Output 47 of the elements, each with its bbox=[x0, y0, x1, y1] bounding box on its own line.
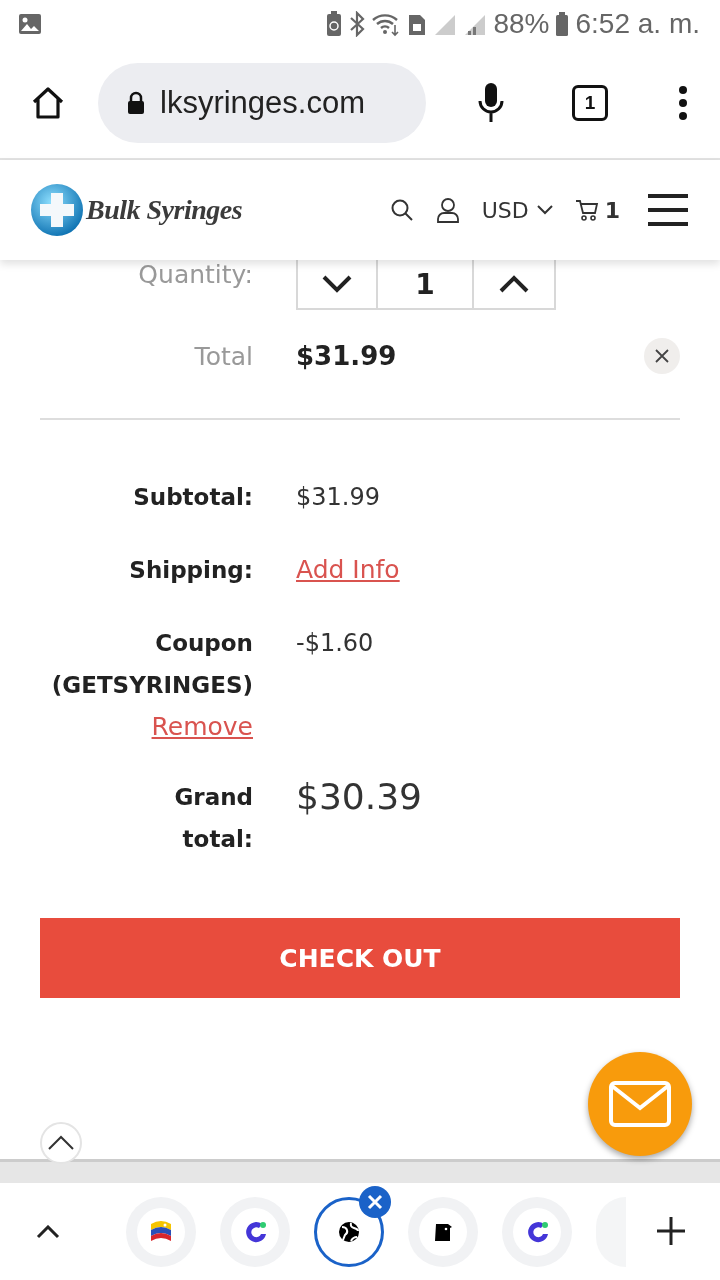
user-icon[interactable] bbox=[435, 197, 460, 223]
currency-dropdown[interactable]: USD bbox=[481, 197, 553, 223]
quantity-field[interactable]: 1 bbox=[378, 260, 474, 308]
chevron-down-icon bbox=[322, 275, 352, 293]
scroll-top-button[interactable] bbox=[40, 1122, 82, 1164]
brand-name[interactable]: Bulk Syringes bbox=[86, 194, 243, 226]
total-value: $31.99 bbox=[296, 341, 398, 371]
discount-value: -$1.60 bbox=[296, 629, 374, 657]
checkout-button[interactable]: CHECK OUT bbox=[40, 918, 680, 998]
chevron-up-icon[interactable] bbox=[36, 1224, 60, 1239]
logo-icon[interactable] bbox=[30, 183, 84, 237]
wifi-icon bbox=[371, 11, 402, 37]
microphone-icon[interactable] bbox=[476, 82, 506, 124]
summary-label: Subtotal: bbox=[133, 483, 253, 512]
remove-item-button[interactable] bbox=[644, 338, 680, 374]
summary-value: $31.99 bbox=[296, 483, 380, 511]
summary-label: Coupon (GETSYRINGES) bbox=[50, 629, 253, 700]
home-icon[interactable] bbox=[30, 85, 66, 121]
close-icon bbox=[655, 349, 669, 363]
battery-percent: 88% bbox=[493, 8, 550, 40]
total-label: Total bbox=[193, 341, 253, 371]
bluetooth-icon bbox=[349, 11, 366, 37]
caret-icon bbox=[536, 205, 553, 215]
summary-label: Shipping: bbox=[129, 556, 253, 585]
lock-icon bbox=[126, 91, 146, 115]
address-bar[interactable]: lksyringes.com bbox=[98, 63, 426, 143]
url-text: lksyringes.com bbox=[160, 85, 365, 121]
more-options-icon[interactable] bbox=[678, 86, 688, 120]
tab-count-button[interactable]: 1 bbox=[572, 85, 608, 121]
search-icon[interactable] bbox=[389, 198, 414, 222]
add-info-link[interactable]: Add Info bbox=[296, 555, 400, 584]
chevron-up-icon bbox=[499, 275, 529, 293]
cart-button[interactable]: 1 bbox=[574, 197, 620, 223]
chevron-up-icon bbox=[47, 1135, 75, 1151]
battery-saver-icon bbox=[325, 11, 344, 37]
cart-icon bbox=[574, 198, 599, 222]
grand-total-value: $30.39 bbox=[296, 776, 422, 817]
summary-label: Grand total: bbox=[173, 783, 253, 854]
battery-icon bbox=[555, 11, 570, 37]
mail-icon bbox=[608, 1080, 672, 1128]
remove-coupon-link[interactable]: Remove bbox=[151, 706, 253, 748]
close-tab-icon[interactable] bbox=[358, 1184, 392, 1219]
menu-icon[interactable] bbox=[648, 194, 688, 226]
new-tab-icon[interactable] bbox=[656, 1216, 686, 1246]
clock-time: 6:52 a. m. bbox=[575, 8, 700, 40]
quantity-label: Quantity: bbox=[137, 260, 253, 289]
picture-icon bbox=[18, 13, 42, 35]
